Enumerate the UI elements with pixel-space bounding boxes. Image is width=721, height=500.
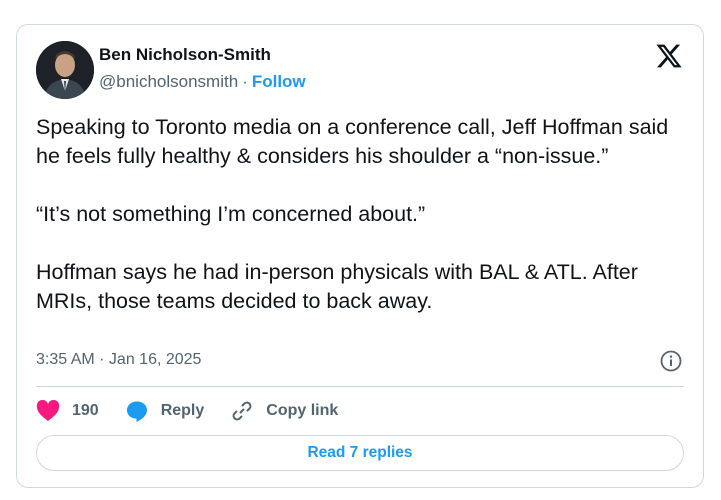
avatar-photo	[36, 41, 94, 99]
heart-icon	[36, 400, 60, 421]
reply-label: Reply	[160, 402, 205, 419]
copy-link-label: Copy link	[266, 402, 339, 419]
avatar[interactable]	[36, 41, 94, 99]
handle-separator: ·	[242, 72, 248, 91]
divider	[36, 386, 684, 387]
like-count: 190	[72, 402, 99, 419]
x-logo-icon[interactable]	[655, 42, 683, 70]
author-name[interactable]: Ben Nicholson-Smith	[99, 45, 271, 65]
read-replies-button[interactable]: Read 7 replies	[36, 435, 684, 471]
tweet-text: Speaking to Toronto media on a conferenc…	[36, 115, 669, 313]
tweet-timestamp[interactable]: 3:35 AM · Jan 16, 2025	[36, 351, 201, 369]
tweet-card: Ben Nicholson-Smith @bnicholsonsmith · Fol…	[16, 24, 704, 488]
like-button[interactable]: 190	[36, 400, 99, 422]
action-bar: 190 Reply Copy link	[36, 399, 364, 423]
copy-link-button[interactable]: Copy link	[230, 399, 338, 423]
author-handle[interactable]: @bnicholsonsmith	[99, 72, 238, 91]
info-icon[interactable]	[659, 349, 683, 373]
follow-button[interactable]: Follow	[252, 72, 306, 91]
author-handle-row: @bnicholsonsmith · Follow	[99, 72, 306, 92]
reply-button[interactable]: Reply	[125, 399, 205, 423]
link-icon	[232, 401, 252, 421]
speech-bubble-icon	[126, 401, 147, 422]
